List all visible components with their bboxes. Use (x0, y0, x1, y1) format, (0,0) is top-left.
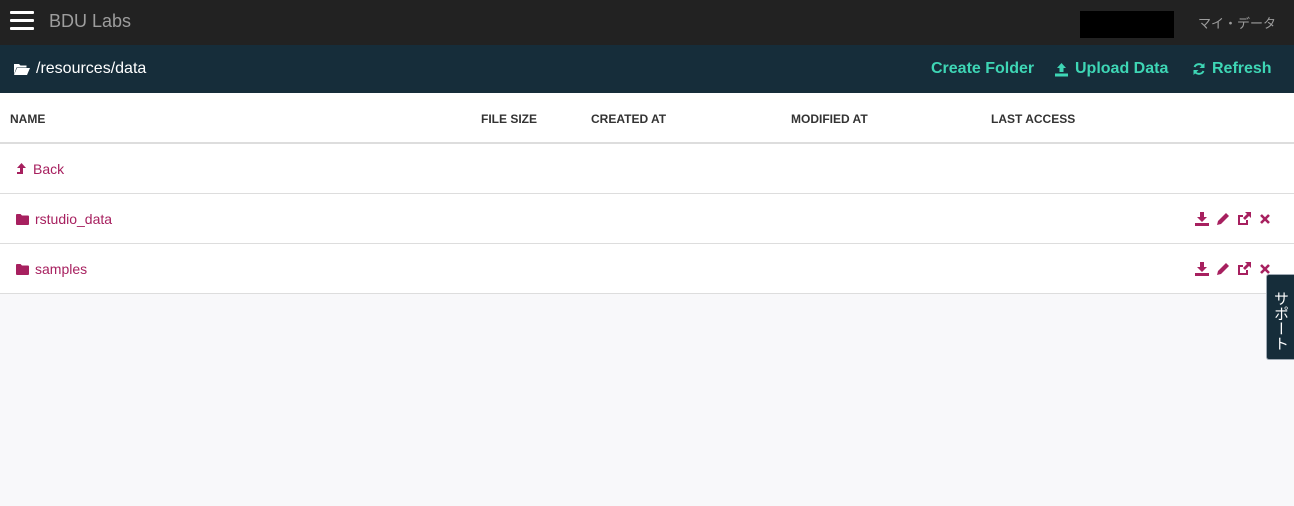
table-row: samples (0, 244, 1294, 294)
back-link[interactable]: Back (16, 161, 64, 177)
close-icon[interactable] (1258, 212, 1272, 226)
folder-link[interactable]: samples (16, 261, 87, 277)
hamburger-menu-icon[interactable] (10, 11, 34, 31)
current-path: /resources/data (13, 60, 146, 78)
folder-name: samples (35, 261, 88, 277)
folder-link[interactable]: rstudio_data (16, 211, 112, 227)
folder-icon (16, 213, 29, 225)
level-up-icon (17, 163, 26, 174)
folder-name: rstudio_data (35, 211, 113, 227)
pencil-icon[interactable] (1216, 212, 1230, 226)
top-navbar: BDU Labs マイ・データ (0, 0, 1294, 45)
download-icon[interactable] (1195, 212, 1209, 226)
folder-open-icon (14, 64, 30, 75)
redacted-area (1080, 11, 1174, 38)
share-icon[interactable] (1237, 262, 1251, 276)
refresh-icon (1193, 63, 1205, 75)
share-icon[interactable] (1237, 212, 1251, 226)
upload-data-label: Upload Data (1075, 60, 1169, 77)
download-icon[interactable] (1195, 262, 1209, 276)
refresh-label: Refresh (1212, 60, 1272, 77)
refresh-button[interactable]: Refresh (1192, 60, 1272, 78)
column-created-at[interactable]: CREATED AT (591, 112, 666, 126)
table-header: NAME FILE SIZE CREATED AT MODIFIED AT LA… (0, 93, 1294, 144)
brand-title[interactable]: BDU Labs (49, 11, 131, 32)
path-bar: /resources/data Create Folder Upload Dat… (0, 45, 1294, 93)
create-folder-button[interactable]: Create Folder (931, 60, 1034, 78)
back-label: Back (33, 161, 65, 177)
path-text: /resources/data (36, 60, 147, 77)
table-row: rstudio_data (0, 194, 1294, 244)
column-file-size[interactable]: FILE SIZE (481, 112, 537, 126)
column-name[interactable]: NAME (10, 112, 45, 126)
column-modified-at[interactable]: MODIFIED AT (791, 112, 868, 126)
support-tab[interactable]: サポート (1266, 274, 1294, 360)
back-row: Back (0, 144, 1294, 194)
row-actions (1195, 262, 1272, 276)
upload-icon (1055, 62, 1068, 76)
folder-icon (16, 263, 29, 275)
row-actions (1195, 212, 1272, 226)
column-last-access[interactable]: LAST ACCESS (991, 112, 1075, 126)
my-data-link[interactable]: マイ・データ (1198, 13, 1276, 32)
create-folder-label: Create Folder (931, 60, 1035, 77)
upload-data-button[interactable]: Upload Data (1054, 60, 1168, 78)
pencil-icon[interactable] (1216, 262, 1230, 276)
